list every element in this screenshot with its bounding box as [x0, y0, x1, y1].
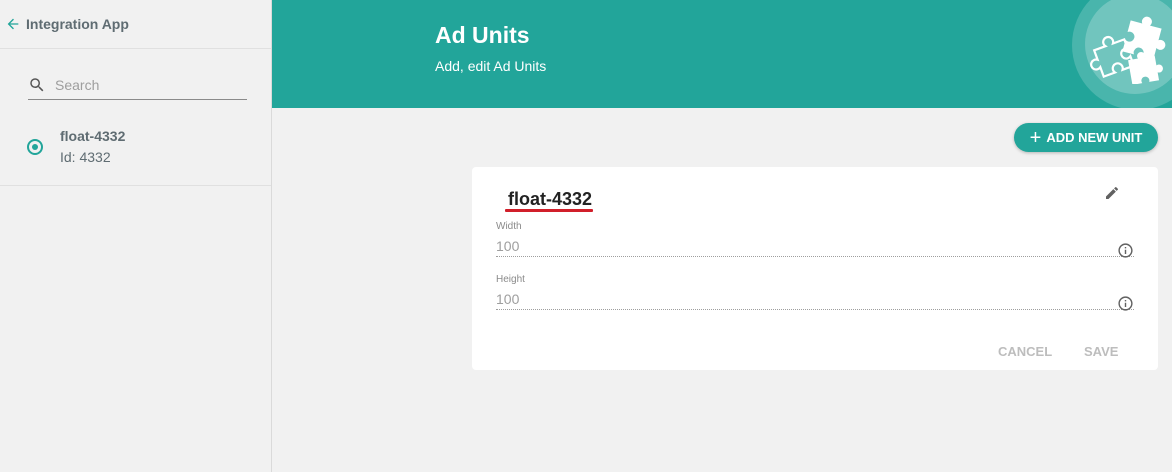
search-input[interactable] — [55, 76, 235, 93]
width-field: Width — [496, 221, 1134, 259]
unit-name: float-4332 — [60, 128, 126, 144]
width-input[interactable] — [496, 238, 1086, 254]
info-icon[interactable] — [1117, 242, 1134, 259]
sidebar-item-float-4332[interactable]: float-4332 Id: 4332 — [0, 115, 271, 186]
save-button[interactable]: SAVE — [1084, 344, 1118, 359]
sidebar: Integration App float-4332 Id: 4332 — [0, 0, 272, 472]
page-title: Ad Units — [435, 22, 530, 48]
page-subtitle: Add, edit Ad Units — [435, 58, 547, 74]
width-label: Width — [496, 221, 522, 232]
height-label: Height — [496, 274, 525, 285]
card-title: float-4332 — [508, 189, 593, 209]
height-field: Height — [496, 274, 1134, 312]
selected-radio[interactable] — [27, 139, 43, 155]
puzzle-icon — [1090, 16, 1166, 84]
add-new-unit-label: ADD NEW UNIT — [1046, 130, 1143, 145]
height-input[interactable] — [496, 291, 1086, 307]
cancel-button[interactable]: CANCEL — [998, 344, 1052, 359]
search-icon — [30, 77, 44, 91]
page-header: Ad Units Add, edit Ad Units — [272, 0, 1172, 108]
add-new-unit-button[interactable]: + ADD NEW UNIT — [1014, 123, 1158, 152]
card-title-underline — [505, 209, 593, 212]
back-label: Integration App — [26, 16, 129, 32]
plus-icon: + — [1029, 126, 1042, 149]
back-link[interactable]: Integration App — [0, 0, 271, 49]
search-box — [28, 70, 247, 100]
ad-unit-card: float-4332 Width Height CANCEL SAVE — [472, 167, 1158, 370]
arrow-back-icon — [7, 18, 19, 30]
info-icon[interactable] — [1117, 295, 1134, 312]
pencil-icon[interactable] — [1104, 185, 1120, 201]
unit-id: Id: 4332 — [60, 149, 111, 165]
